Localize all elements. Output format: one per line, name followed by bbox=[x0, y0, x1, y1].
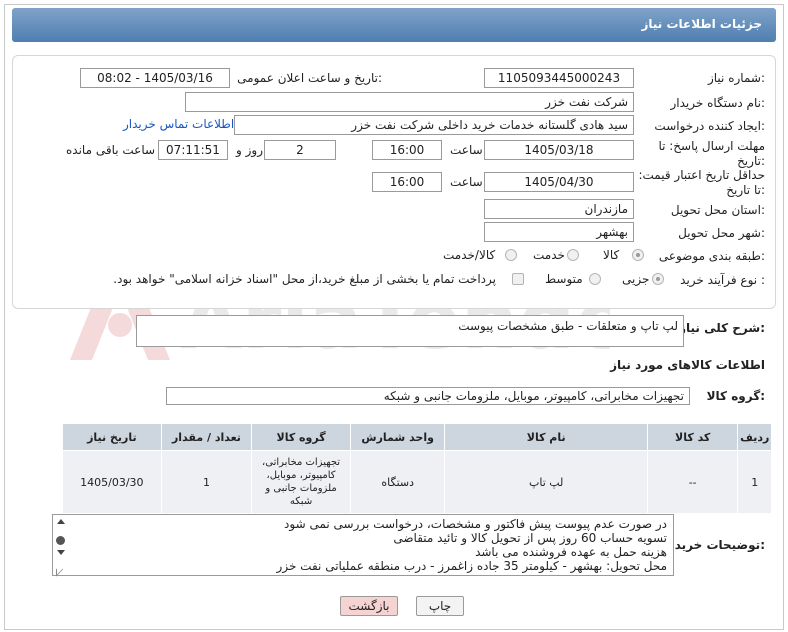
remaining-time-label: ساعت باقی مانده bbox=[66, 143, 156, 157]
deadline-label: مهلت ارسال پاسخ: تا تاریخ: bbox=[658, 139, 765, 168]
table-header-row: ردیف کد کالا نام کالا واحد شمارش گروه کا… bbox=[62, 423, 772, 451]
col-name: نام کالا bbox=[444, 423, 648, 451]
deadline-date-field: 1405/03/18 bbox=[484, 140, 634, 160]
goods-info-title: اطلاعات کالاهای مورد نیاز bbox=[610, 358, 765, 372]
print-button[interactable]: چاپ bbox=[416, 596, 464, 616]
goods-group-field: تجهیزات مخابراتی، کامپیوتر، موبایل، ملزو… bbox=[166, 387, 690, 405]
category-radio-goods[interactable] bbox=[632, 249, 644, 261]
cell-group: تجهیزات مخابراتی، کامپیوتر، موبایل، ملزو… bbox=[251, 450, 351, 514]
province-label: استان محل تحویل: bbox=[670, 203, 765, 217]
treasury-payment-note: پرداخت تمام یا بخشی از مبلغ خرید،از محل … bbox=[113, 272, 496, 286]
buyer-label: نام دستگاه خریدار: bbox=[670, 96, 766, 110]
cell-qty: 1 bbox=[160, 450, 253, 514]
cell-code: -- bbox=[646, 450, 739, 514]
col-qty: تعداد / مقدار bbox=[160, 423, 253, 451]
notes-line-1: در صورت عدم پیوست پیش فاکتور و مشخصات، د… bbox=[284, 517, 667, 531]
category-radio-goods-service[interactable] bbox=[505, 249, 517, 261]
validity-time-field: 16:00 bbox=[372, 172, 442, 192]
process-radio-minor[interactable] bbox=[652, 273, 664, 285]
process-option-minor: جزیی bbox=[622, 272, 650, 286]
treasury-payment-checkbox[interactable] bbox=[512, 273, 524, 285]
category-option-goods-service: کالا/خدمت bbox=[443, 248, 496, 262]
days-label: روز و bbox=[236, 143, 263, 157]
cell-row: 1 bbox=[737, 450, 772, 514]
col-unit: واحد شمارش bbox=[349, 423, 446, 451]
goods-table: ردیف کد کالا نام کالا واحد شمارش گروه کا… bbox=[62, 423, 772, 514]
scroll-thumb[interactable] bbox=[56, 536, 65, 545]
resize-grip-icon[interactable] bbox=[56, 562, 63, 577]
process-label: نوع فرآیند خرید : bbox=[680, 273, 765, 287]
buyer-contact-link[interactable]: اطلاعات تماس خریدار bbox=[123, 117, 234, 131]
validity-time-label: ساعت bbox=[450, 175, 483, 189]
cell-name: لپ تاپ bbox=[444, 450, 648, 514]
notes-line-4: محل تحویل: بهشهر - کیلومتر 35 جاده زاغمر… bbox=[276, 559, 667, 573]
process-option-medium: متوسط bbox=[545, 272, 583, 286]
notes-scrollbar[interactable] bbox=[54, 516, 68, 577]
buyer-notes-box: در صورت عدم پیوست پیش فاکتور و مشخصات، د… bbox=[52, 514, 674, 577]
col-code: کد کالا bbox=[646, 423, 739, 451]
deadline-time-field: 16:00 bbox=[372, 140, 442, 160]
announce-datetime-field: 1405/03/16 - 08:02 bbox=[80, 68, 230, 88]
category-option-service: خدمت bbox=[533, 248, 565, 262]
col-row: ردیف bbox=[737, 423, 772, 451]
province-field: مازندران bbox=[484, 199, 634, 219]
creator-label: ایجاد کننده درخواست: bbox=[654, 119, 765, 133]
notes-line-2: تسویه حساب 60 روز پس از تحویل کالا و تائ… bbox=[393, 531, 667, 545]
back-button[interactable]: بازگشت bbox=[340, 596, 398, 616]
col-date: تاریخ نیاز bbox=[62, 423, 162, 451]
need-number-label: شماره نیاز: bbox=[707, 71, 765, 85]
remaining-time-field: 07:11:51 bbox=[158, 140, 228, 160]
deadline-time-label: ساعت bbox=[450, 143, 483, 157]
page-header: جزئیات اطلاعات نیاز bbox=[12, 8, 776, 42]
cell-unit: دستگاه bbox=[349, 450, 446, 514]
category-radio-service[interactable] bbox=[567, 249, 579, 261]
table-row: 1 -- لپ تاپ دستگاه تجهیزات مخابراتی، کام… bbox=[62, 450, 772, 514]
announce-datetime-label: تاریخ و ساعت اعلان عمومی: bbox=[237, 71, 382, 85]
buyer-notes-label: توضیحات خریدار: bbox=[663, 538, 765, 552]
city-label: شهر محل تحویل: bbox=[678, 226, 765, 240]
summary-field: لپ تاپ و متعلقات - طبق مشخصات پیوست bbox=[136, 315, 684, 347]
creator-field: سید هادی گلستانه خدمات خرید داخلی شرکت ن… bbox=[234, 115, 634, 135]
days-field: 2 bbox=[264, 140, 336, 160]
need-number-field: 1105093445000243 bbox=[484, 68, 634, 88]
notes-line-3: هزینه حمل به عهده فروشنده می باشد bbox=[475, 545, 667, 559]
category-option-goods: کالا bbox=[603, 248, 620, 262]
scroll-down-icon[interactable] bbox=[57, 550, 65, 555]
col-group: گروه کالا bbox=[251, 423, 351, 451]
cell-date: 1405/03/30 bbox=[62, 450, 162, 514]
validity-label: حداقل تاریخ اعتبار قیمت: تا تاریخ: bbox=[638, 168, 765, 197]
goods-group-label: گروه کالا: bbox=[706, 389, 765, 403]
validity-date-field: 1405/04/30 bbox=[484, 172, 634, 192]
summary-label: شرح کلی نیاز: bbox=[679, 321, 765, 335]
page-title: جزئیات اطلاعات نیاز bbox=[641, 17, 762, 31]
summary-text: لپ تاپ و متعلقات - طبق مشخصات پیوست bbox=[458, 319, 678, 333]
process-radio-medium[interactable] bbox=[589, 273, 601, 285]
buyer-field: شرکت نفت خزر bbox=[185, 92, 634, 112]
category-label: طبقه بندی موضوعی: bbox=[658, 249, 765, 263]
city-field: بهشهر bbox=[484, 222, 634, 242]
scroll-up-icon[interactable] bbox=[57, 519, 65, 524]
